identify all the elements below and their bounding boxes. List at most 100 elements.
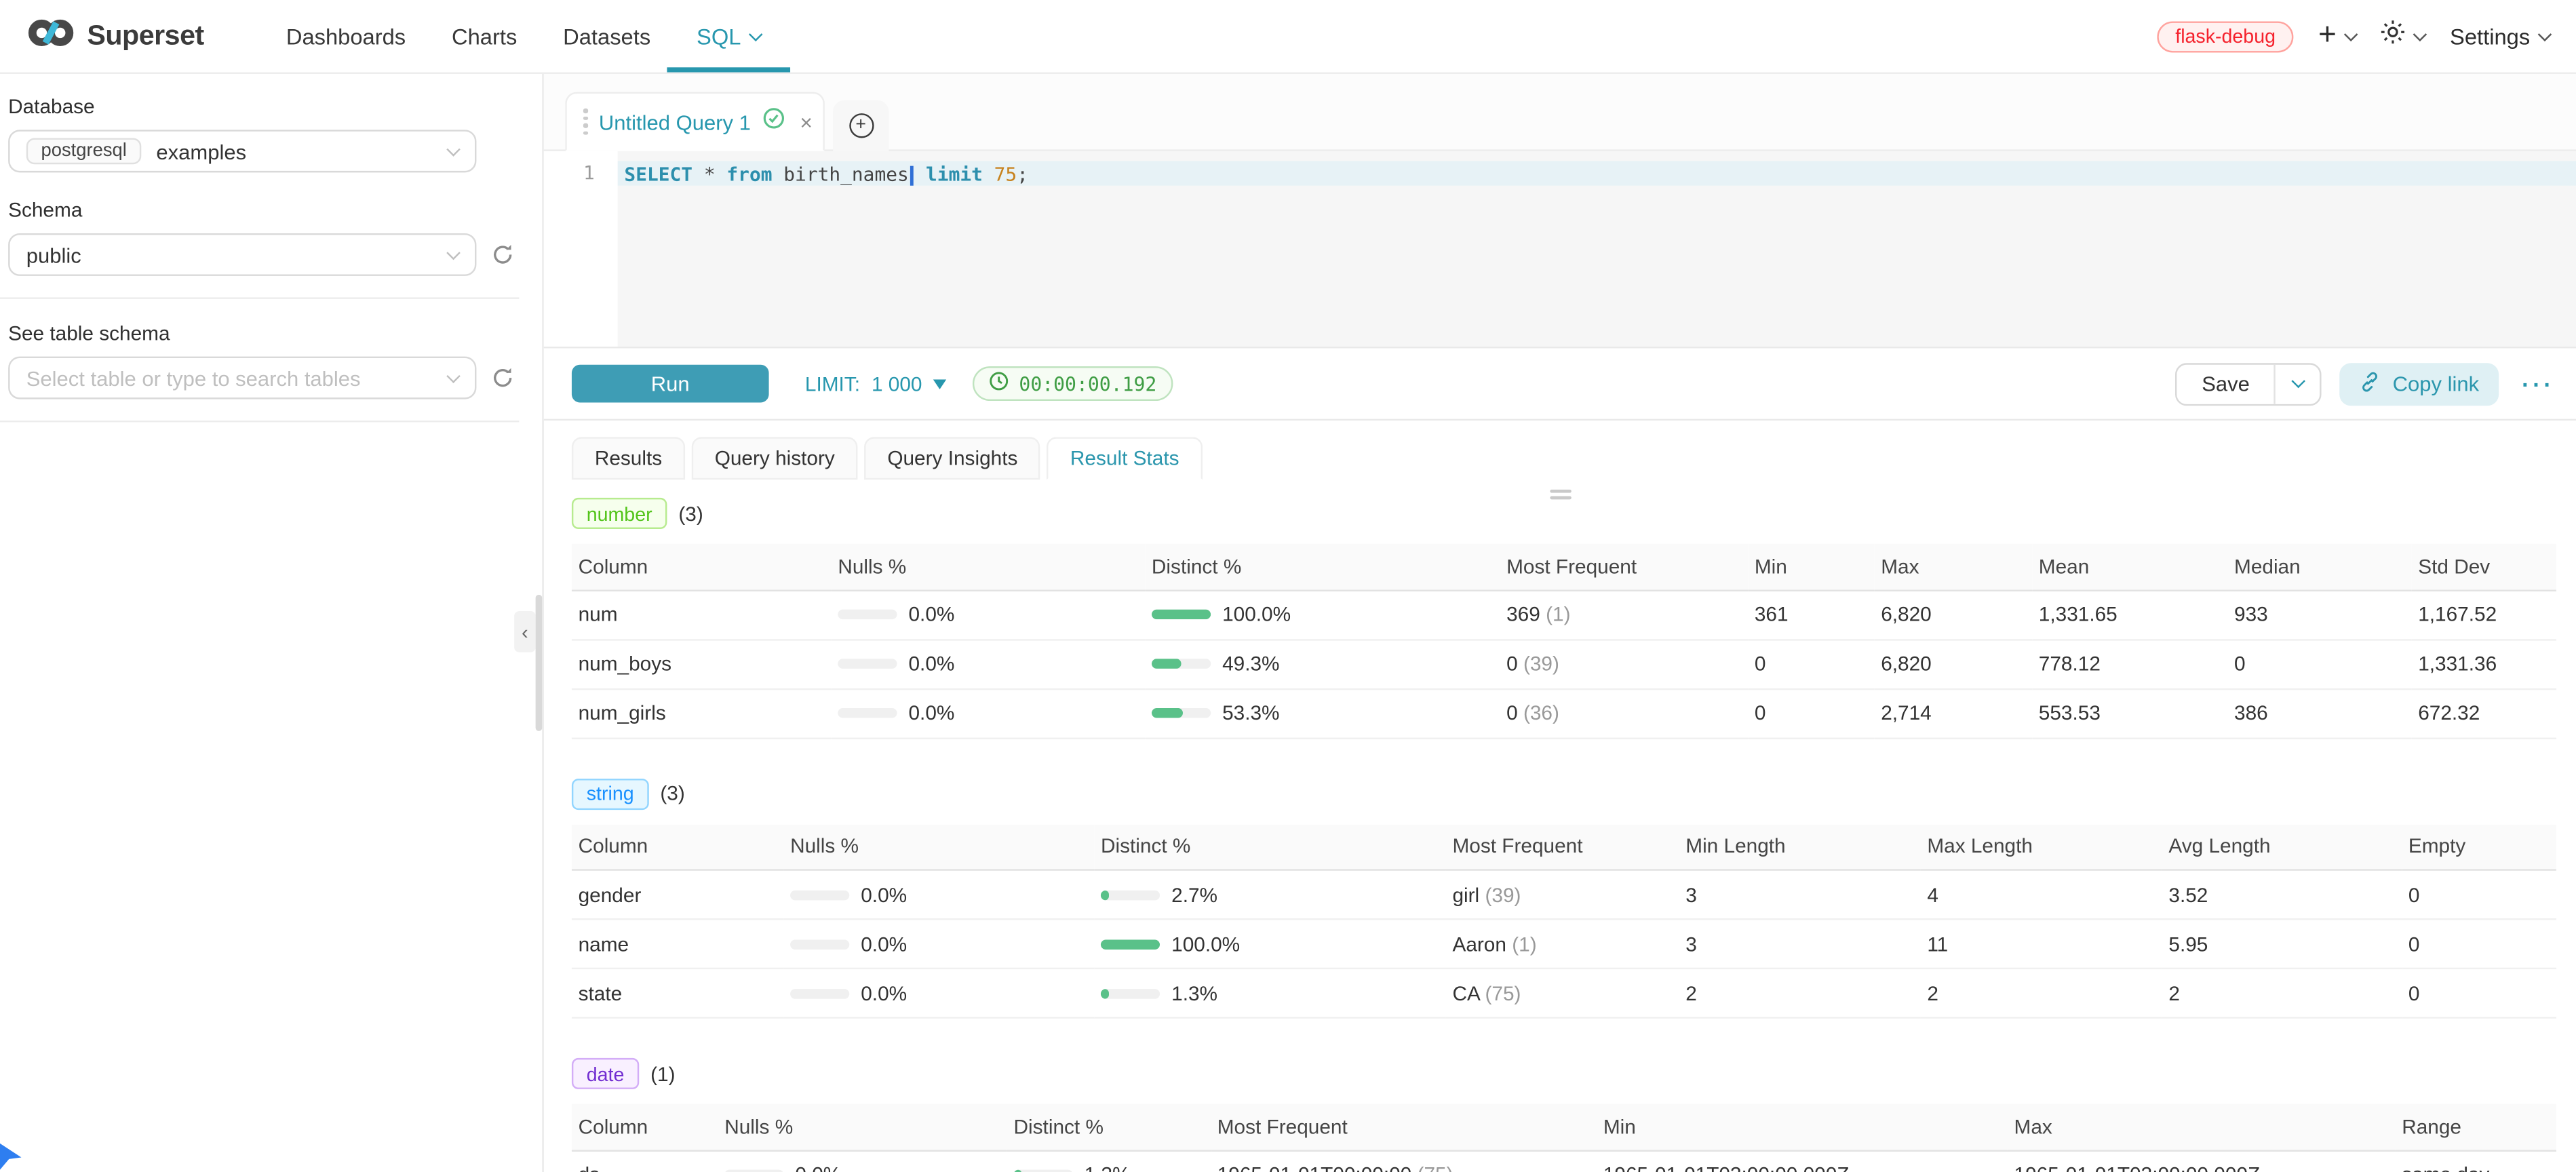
new-query-tab-button[interactable]: + xyxy=(833,100,889,151)
column-count: (3) xyxy=(660,782,684,805)
nulls-pct: 0.0% xyxy=(795,1163,841,1172)
sidebar-scrollbar[interactable] xyxy=(536,595,543,731)
more-options-button[interactable]: ··· xyxy=(2522,370,2554,397)
distinct-pct: 1.3% xyxy=(1171,981,1217,1004)
table-row: num 0.0% 100.0% 369 (1) 361 6,820 1,331.… xyxy=(572,590,2556,640)
sql-token: SELECT xyxy=(624,162,692,185)
cell-max: 6,820 xyxy=(1875,639,2033,688)
query-success-check-icon xyxy=(762,106,785,137)
column-header: Nulls % xyxy=(718,1104,1007,1150)
column-header: Min xyxy=(1748,544,1874,590)
distinct-bar xyxy=(1152,708,1211,718)
nulls-bar xyxy=(790,939,849,949)
sql-token: 75 xyxy=(983,162,1017,185)
save-options-button[interactable] xyxy=(2274,364,2320,404)
text-cursor xyxy=(910,165,913,184)
run-button[interactable]: Run xyxy=(572,365,769,403)
nav-item-sql[interactable]: SQL xyxy=(674,0,783,73)
nav-item-datasets[interactable]: Datasets xyxy=(540,0,674,73)
copy-link-button[interactable]: Copy link xyxy=(2340,362,2499,405)
database-select[interactable]: postgresql examples xyxy=(8,130,476,172)
sql-token: from xyxy=(726,162,772,185)
chevron-down-icon xyxy=(446,142,461,156)
nav-item-dashboards[interactable]: Dashboards xyxy=(263,0,429,73)
save-button[interactable]: Save xyxy=(2177,364,2274,404)
column-header: Most Frequent xyxy=(1211,1104,1597,1150)
cell-mean: 553.53 xyxy=(2032,688,2227,738)
drag-handle-icon[interactable] xyxy=(583,109,587,135)
editor-code-area[interactable]: SELECT * from birth_names limit 75; xyxy=(618,151,2576,347)
cell-min: 0 xyxy=(1748,639,1874,688)
column-header: Column xyxy=(572,1104,718,1150)
divider xyxy=(0,297,519,298)
table-row: ds 0.0% 1.3% 1965-01-01T00:00:00 (75) 19… xyxy=(572,1150,2556,1172)
cell-max: 6,820 xyxy=(1875,590,2033,640)
most-frequent-count: (39) xyxy=(1485,883,1521,906)
plus-circle-icon: + xyxy=(848,113,873,138)
cell-mean: 778.12 xyxy=(2032,639,2227,688)
cell-column-name: ds xyxy=(572,1150,718,1172)
most-frequent-count: (75) xyxy=(1418,1163,1453,1172)
close-tab-icon[interactable]: × xyxy=(800,109,813,134)
most-frequent-value: 0 xyxy=(1506,701,1518,724)
cell-column-name: num_boys xyxy=(572,639,832,688)
query-tab[interactable]: Untitled Query 1 × xyxy=(565,92,825,151)
column-header: Avg Length xyxy=(2162,824,2402,870)
column-header: Range xyxy=(2396,1104,2556,1150)
table-select[interactable]: Select table or type to search tables xyxy=(8,357,476,399)
caret-down-icon xyxy=(933,378,946,389)
cell-mean: 1,331.65 xyxy=(2032,590,2227,640)
cell-empty: 0 xyxy=(2402,870,2556,920)
chevron-down-icon xyxy=(446,246,461,260)
column-header: Max xyxy=(1875,544,2033,590)
column-header: Distinct % xyxy=(1145,544,1500,590)
most-frequent-value: 1965-01-01T00:00:00 xyxy=(1217,1163,1412,1172)
limit-dropdown[interactable]: LIMIT: 1 000 xyxy=(805,372,947,395)
column-header: Column xyxy=(572,824,783,870)
refresh-tables-icon[interactable] xyxy=(491,366,514,389)
nulls-bar xyxy=(838,708,897,718)
cell-stddev: 672.32 xyxy=(2412,688,2556,738)
nulls-bar xyxy=(838,610,897,620)
distinct-bar xyxy=(1152,659,1211,669)
nav-item-charts[interactable]: Charts xyxy=(429,0,540,73)
collapse-sidebar-button[interactable]: ‹ xyxy=(514,611,535,652)
tab-query-insights[interactable]: Query Insights xyxy=(864,437,1040,480)
table-header-row: Column Nulls % Distinct % Most Frequent … xyxy=(572,544,2556,590)
cell-stddev: 1,167.52 xyxy=(2412,590,2556,640)
limit-value: 1 000 xyxy=(872,372,922,395)
nulls-pct: 0.0% xyxy=(861,981,907,1004)
tab-query-history[interactable]: Query history xyxy=(692,437,858,480)
distinct-bar xyxy=(1101,890,1160,900)
schema-select[interactable]: public xyxy=(8,233,476,276)
pane-resize-handle[interactable] xyxy=(1542,488,1577,500)
refresh-schemas-icon[interactable] xyxy=(491,243,514,266)
superset-logo[interactable]: Superset xyxy=(26,0,204,73)
tab-result-stats[interactable]: Result Stats xyxy=(1047,437,1202,480)
distinct-bar xyxy=(1152,610,1211,620)
tab-results[interactable]: Results xyxy=(572,437,685,480)
cell-column-name: name xyxy=(572,919,783,969)
link-icon xyxy=(2360,370,2381,397)
database-label: Database xyxy=(8,95,542,118)
new-item-button[interactable]: + xyxy=(2318,22,2356,50)
settings-menu[interactable]: Settings xyxy=(2450,24,2550,48)
column-header: Empty xyxy=(2402,824,2556,870)
environment-badge: flask-debug xyxy=(2158,20,2294,52)
cell-min-length: 3 xyxy=(1679,870,1921,920)
sql-code-editor[interactable]: 1 SELECT * from birth_names limit 75; xyxy=(544,151,2576,347)
type-badge-number: number xyxy=(572,498,667,529)
nulls-pct: 0.0% xyxy=(908,701,954,724)
distinct-pct: 100.0% xyxy=(1171,933,1240,956)
nulls-pct: 0.0% xyxy=(861,933,907,956)
column-header: Column xyxy=(572,544,832,590)
table-row: num_boys 0.0% 49.3% 0 (39) 0 6,820 778.1… xyxy=(572,639,2556,688)
table-header-row: Column Nulls % Distinct % Most Frequent … xyxy=(572,824,2556,870)
distinct-bar xyxy=(1101,939,1160,949)
theme-toggle[interactable] xyxy=(2381,20,2425,52)
nulls-bar xyxy=(790,988,849,998)
nav-menu: Dashboards Charts Datasets SQL xyxy=(263,0,783,73)
column-header: Most Frequent xyxy=(1446,824,1679,870)
column-header: Nulls % xyxy=(783,824,1094,870)
column-header: Most Frequent xyxy=(1500,544,1748,590)
